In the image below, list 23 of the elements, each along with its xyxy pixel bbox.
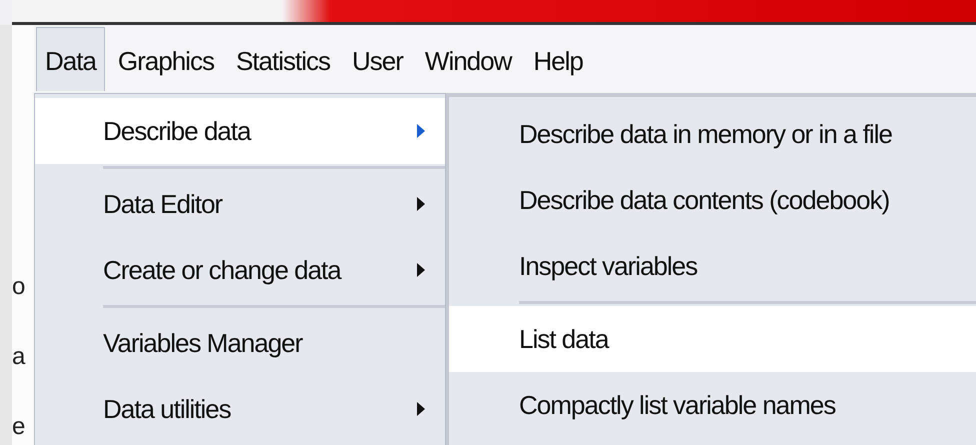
- menu-item[interactable]: Help: [524, 26, 592, 92]
- menu-item[interactable]: Data Editor: [35, 171, 445, 237]
- menu-item[interactable]: Data utilities: [35, 376, 445, 442]
- menu-item[interactable]: Describe data in memory or in a file: [449, 101, 976, 167]
- menu-item[interactable]: Variables Manager: [35, 310, 445, 376]
- menu-item[interactable]: List data: [449, 306, 976, 372]
- menu-item[interactable]: Statistics: [226, 26, 339, 92]
- cut-text: a: [12, 343, 26, 370]
- menu-item[interactable]: Graphics: [108, 26, 223, 92]
- menu-item[interactable]: User: [343, 26, 412, 92]
- cut-text: o: [12, 273, 26, 300]
- menu-item[interactable]: Data: [36, 27, 105, 91]
- menu-item[interactable]: Describe data: [35, 98, 445, 164]
- submenu-arrow-icon: [417, 263, 425, 277]
- submenu-arrow-icon: [417, 402, 425, 416]
- menu-item[interactable]: Create or change data: [35, 237, 445, 303]
- submenu-arrow-icon: [417, 124, 425, 138]
- menu-item[interactable]: Describe data contents (codebook): [449, 167, 976, 233]
- cut-text: e: [12, 413, 26, 440]
- submenu-arrow-icon: [417, 197, 425, 211]
- menu-item[interactable]: Compactly list variable names: [449, 372, 976, 438]
- menu-item[interactable]: Inspect variables: [449, 233, 976, 299]
- menu-item[interactable]: Window: [416, 26, 520, 92]
